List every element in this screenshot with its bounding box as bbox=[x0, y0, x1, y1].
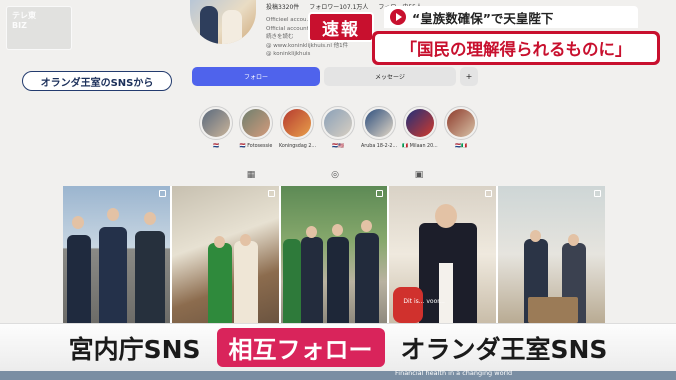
post-grid: Dit is... voor... bbox=[63, 186, 605, 323]
highlight-cover bbox=[280, 106, 314, 140]
highlight-cover bbox=[239, 106, 273, 140]
story-highlight[interactable]: ­­­🇳🇱 bbox=[198, 106, 234, 149]
headline-main-text: 「国民の理解得られるものに」 bbox=[375, 34, 657, 62]
highlight-label: 🇳🇱🇮🇹 bbox=[455, 144, 467, 149]
post-tile[interactable] bbox=[63, 186, 170, 323]
message-button[interactable]: メッセージ bbox=[324, 67, 456, 86]
multi-post-icon bbox=[485, 190, 493, 197]
story-highlight[interactable]: 🇳🇱🇺🇸 bbox=[320, 106, 356, 149]
post-tile[interactable] bbox=[498, 186, 605, 323]
story-highlight[interactable]: Aruba 18-2-2... bbox=[361, 106, 397, 149]
story-highlight[interactable]: Koningsdag 2... bbox=[279, 106, 316, 149]
headline-top: “皇族数確保”で天皇陛下 bbox=[384, 6, 638, 28]
grid-tab-icon[interactable]: ▦ bbox=[246, 170, 256, 180]
play-icon bbox=[390, 9, 406, 25]
telop-middle: 相互フォロー bbox=[216, 328, 385, 367]
highlight-cover bbox=[444, 106, 478, 140]
add-person-button[interactable]: + bbox=[460, 67, 478, 86]
story-highlight[interactable]: 🇳🇱🇮🇹 bbox=[443, 106, 479, 149]
multi-post-icon bbox=[267, 190, 275, 197]
post-caption: Dit is... voor... bbox=[403, 298, 445, 305]
story-highlight[interactable]: 🇳🇱 Fotosessie bbox=[238, 106, 274, 149]
highlight-label: 🇳🇱 Fotosessie bbox=[239, 144, 273, 149]
highlight-label: ­­­🇳🇱 bbox=[213, 144, 219, 149]
highlight-cover bbox=[199, 106, 233, 140]
highlight-label: 🇳🇱🇺🇸 bbox=[332, 144, 344, 149]
tagged-tab-icon[interactable]: ▣ bbox=[414, 170, 424, 180]
bio-website-link[interactable]: @ www.koninklijkhuis.nl 他1件 bbox=[266, 42, 348, 51]
multi-post-icon bbox=[158, 190, 166, 197]
headline-top-text: “皇族数確保”で天皇陛下 bbox=[412, 10, 554, 26]
multi-post-icon bbox=[376, 190, 384, 197]
post-tile[interactable]: Dit is... voor... bbox=[389, 186, 497, 323]
follow-button[interactable]: フォロー bbox=[192, 67, 320, 86]
highlight-label: 🇮🇹 Milaan 20... bbox=[402, 144, 438, 149]
story-highlight[interactable]: 🇮🇹 Milaan 20... bbox=[402, 106, 438, 149]
reels-tab-icon[interactable]: ◎ bbox=[330, 170, 340, 180]
source-label: オランダ王室のSNSから bbox=[22, 71, 172, 91]
highlight-cover bbox=[321, 106, 355, 140]
post-tile[interactable] bbox=[280, 186, 388, 323]
multi-post-icon bbox=[594, 190, 601, 197]
station-logo: テレ東 BIZ bbox=[6, 6, 72, 50]
highlight-cover bbox=[362, 106, 396, 140]
highlight-label: Koningsdag 2... bbox=[279, 144, 316, 149]
telop-left: 宮内庁SNS bbox=[68, 334, 201, 364]
highlight-cover bbox=[403, 106, 437, 140]
breaking-badge: 速報 bbox=[308, 12, 374, 42]
follower-count[interactable]: フォロワー107.1万人 bbox=[309, 4, 368, 11]
caption-telop: 宮内庁SNS 相互フォロー オランダ王室SNS bbox=[0, 323, 676, 371]
lower-grid-strip bbox=[0, 371, 676, 380]
post-count: 投稿3320件 bbox=[266, 4, 300, 11]
bio-threads-link[interactable]: @ koninklijkhuis bbox=[266, 50, 348, 59]
telop-right: オランダ王室SNS bbox=[400, 334, 608, 364]
highlight-label: Aruba 18-2-2... bbox=[361, 144, 398, 149]
post-tile[interactable] bbox=[171, 186, 279, 323]
lower-post-caption: Financial health in a changing world bbox=[395, 369, 513, 377]
headline-main: 「国民の理解得られるものに」 bbox=[372, 31, 660, 65]
profile-avatar[interactable] bbox=[190, 0, 256, 44]
